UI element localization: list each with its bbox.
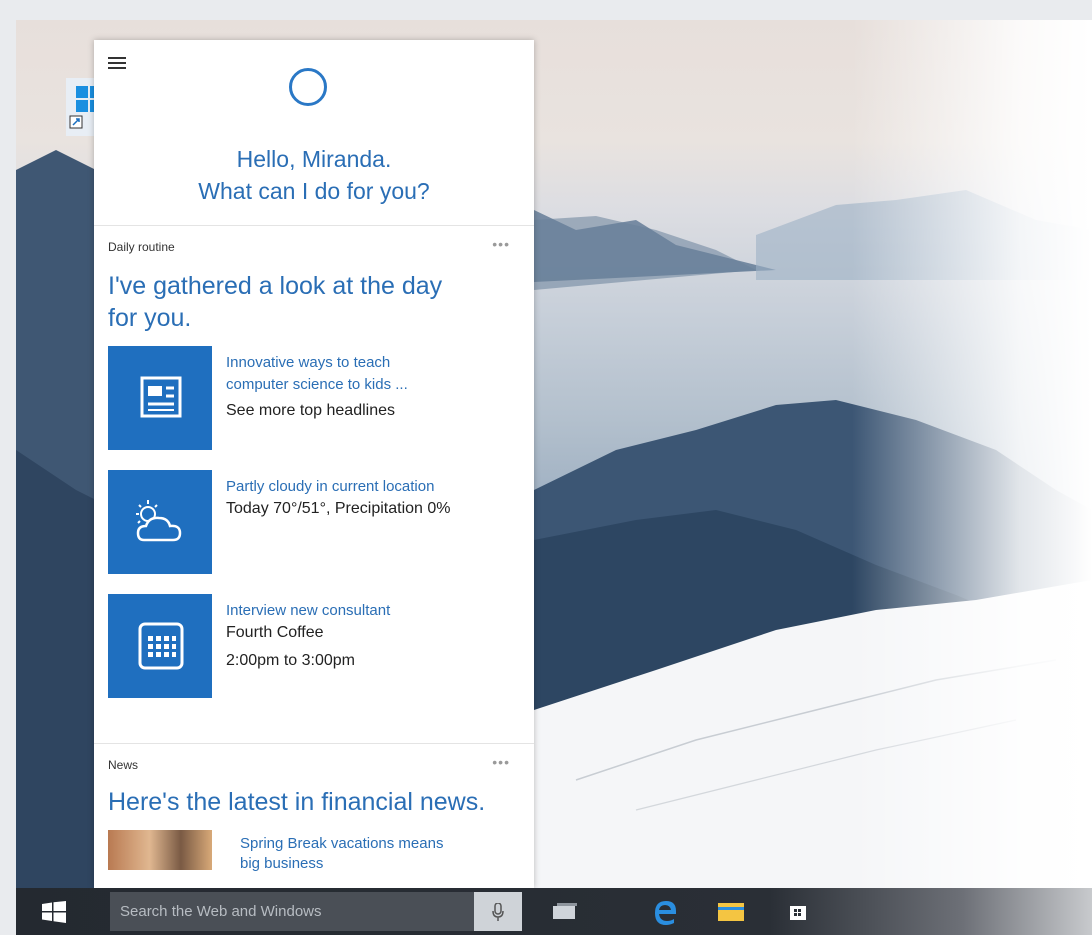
card-label: Daily routine xyxy=(108,240,175,254)
weather-condition: Partly cloudy in current location xyxy=(226,478,435,495)
card-title: I've gathered a look at the day for you. xyxy=(94,270,534,334)
weather-forecast: Today 70°/51°, Precipitation 0% xyxy=(226,500,451,517)
daily-routine-card: Daily routine ••• I've gathered a look a… xyxy=(94,226,534,744)
news-card: News ••• Here's the latest in financial … xyxy=(94,744,534,888)
cortana-panel: Hello, Miranda. What can I do for you? D… xyxy=(94,40,534,888)
windows-start-icon[interactable] xyxy=(26,888,84,935)
headline-text[interactable]: Innovative ways to teach computer scienc… xyxy=(226,352,516,396)
weather-item[interactable]: Partly cloudy in current location Today … xyxy=(94,470,534,594)
card-header: Daily routine ••• xyxy=(94,226,534,268)
card-label: News xyxy=(108,758,139,772)
card-header: News ••• xyxy=(94,744,534,786)
greeting-line-1: Hello, Miranda. xyxy=(236,146,392,172)
event-title: Interview new consultant xyxy=(226,602,391,619)
calendar-icon xyxy=(108,594,212,698)
weather-icon xyxy=(108,470,212,574)
card-title: Here's the latest in financial news. xyxy=(108,788,486,816)
edge-browser-icon[interactable] xyxy=(650,897,680,927)
headline-line-2: computer science to kids ... xyxy=(226,376,408,393)
greeting-line-2: What can I do for you? xyxy=(198,178,430,204)
hamburger-menu-icon[interactable] xyxy=(108,57,126,71)
news-headline-line-2: big business xyxy=(240,855,324,872)
news-headline: Spring Break vacations means big busines… xyxy=(240,834,510,874)
card-title-line-1: I've gathered a look at the day xyxy=(108,272,443,300)
task-view-icon[interactable] xyxy=(550,897,580,927)
headline-line-1: Innovative ways to teach xyxy=(226,354,391,371)
cortana-circle-icon[interactable] xyxy=(289,68,327,106)
microphone-icon[interactable] xyxy=(474,892,522,931)
more-options-icon[interactable]: ••• xyxy=(492,754,510,770)
file-explorer-icon[interactable] xyxy=(716,897,746,927)
cortana-greeting: Hello, Miranda. What can I do for you? xyxy=(94,143,534,207)
news-item[interactable]: Spring Break vacations means big busines… xyxy=(94,830,534,888)
taskbar: Search the Web and Windows xyxy=(16,888,1092,935)
search-input[interactable]: Search the Web and Windows xyxy=(110,892,522,931)
card-title-line-2: for you. xyxy=(108,304,192,332)
headline-item[interactable]: Innovative ways to teach computer scienc… xyxy=(94,346,534,470)
search-placeholder: Search the Web and Windows xyxy=(120,903,322,920)
store-icon[interactable] xyxy=(784,897,814,927)
event-location: Fourth Coffee xyxy=(226,624,324,641)
event-time: 2:00pm to 3:00pm xyxy=(226,652,355,669)
news-icon xyxy=(108,346,212,450)
see-more-headlines-link[interactable]: See more top headlines xyxy=(226,402,516,420)
more-options-icon[interactable]: ••• xyxy=(492,236,510,252)
calendar-item[interactable]: Interview new consultant Fourth Coffee 2… xyxy=(94,594,534,718)
news-headline-line-1: Spring Break vacations means xyxy=(240,835,444,852)
news-thumbnail xyxy=(108,830,212,870)
wallpaper-fade xyxy=(852,20,1092,888)
cortana-header: Hello, Miranda. What can I do for you? xyxy=(94,40,534,226)
